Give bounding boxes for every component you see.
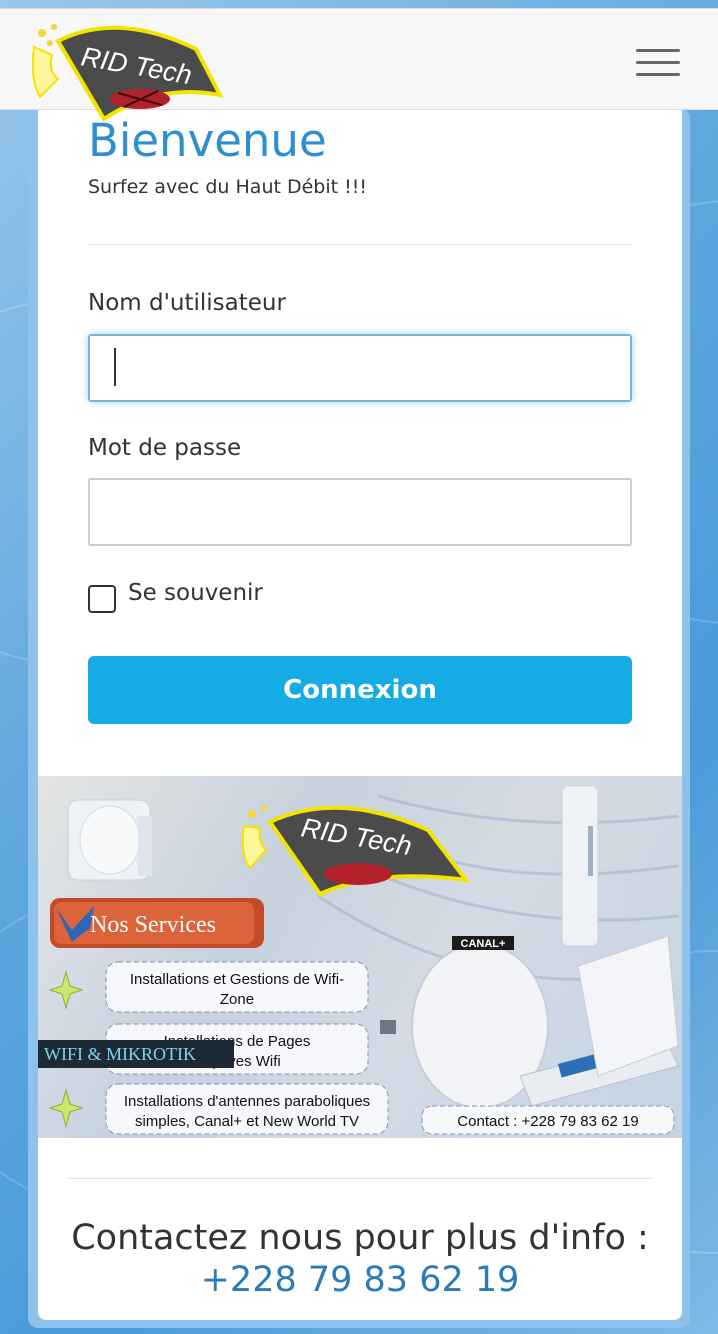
text-caret: [114, 348, 116, 386]
overlay-tag: WIFI & MIKROTIK: [38, 1040, 234, 1068]
divider: [88, 244, 632, 245]
services-banner-art: RID Tech Nos Services Installations et G…: [38, 776, 682, 1138]
username-label: Nom d'utilisateur: [88, 290, 286, 316]
contact-title: Contactez nous pour plus d'info :: [71, 1218, 649, 1258]
rid-tech-logo[interactable]: RID Tech: [28, 21, 228, 131]
service-1-line-1: Installations et Gestions de Wifi-: [130, 971, 344, 988]
canal-badge: CANAL+: [461, 938, 506, 950]
username-field[interactable]: [88, 334, 632, 402]
password-field[interactable]: [88, 478, 632, 546]
router-tower-icon: [561, 785, 599, 947]
services-title-badge: Nos Services: [50, 898, 264, 948]
footer-divider: [68, 1178, 652, 1179]
hamburger-menu-icon[interactable]: [636, 49, 680, 79]
login-card: Bienvenue Surfez avec du Haut Débit !!! …: [38, 108, 682, 1320]
service-1-line-2: Zone: [220, 991, 254, 1008]
subtitle: Surfez avec du Haut Débit !!!: [88, 176, 367, 198]
services-banner: RID Tech Nos Services Installations et G…: [38, 776, 682, 1138]
service-3-line-1: Installations d'antennes paraboliques: [124, 1093, 370, 1110]
remember-checkbox[interactable]: [88, 585, 116, 613]
banner-contact-text: Contact : +228 79 83 62 19: [457, 1113, 638, 1130]
overlay-tag-text: WIFI & MIKROTIK: [44, 1044, 196, 1064]
service-3-line-2: simples, Canal+ et New World TV: [135, 1113, 359, 1130]
password-label: Mot de passe: [88, 435, 242, 461]
antenna-icon: [67, 799, 152, 881]
login-button[interactable]: Connexion: [88, 656, 632, 724]
remember-label[interactable]: Se souvenir: [128, 580, 263, 606]
contact-phone[interactable]: +228 79 83 62 19: [38, 1260, 682, 1300]
services-title: Nos Services: [90, 912, 216, 938]
contact-ribbon: Contact : +228 79 83 62 19: [421, 1105, 675, 1135]
top-navbar: RID Tech: [0, 8, 718, 122]
